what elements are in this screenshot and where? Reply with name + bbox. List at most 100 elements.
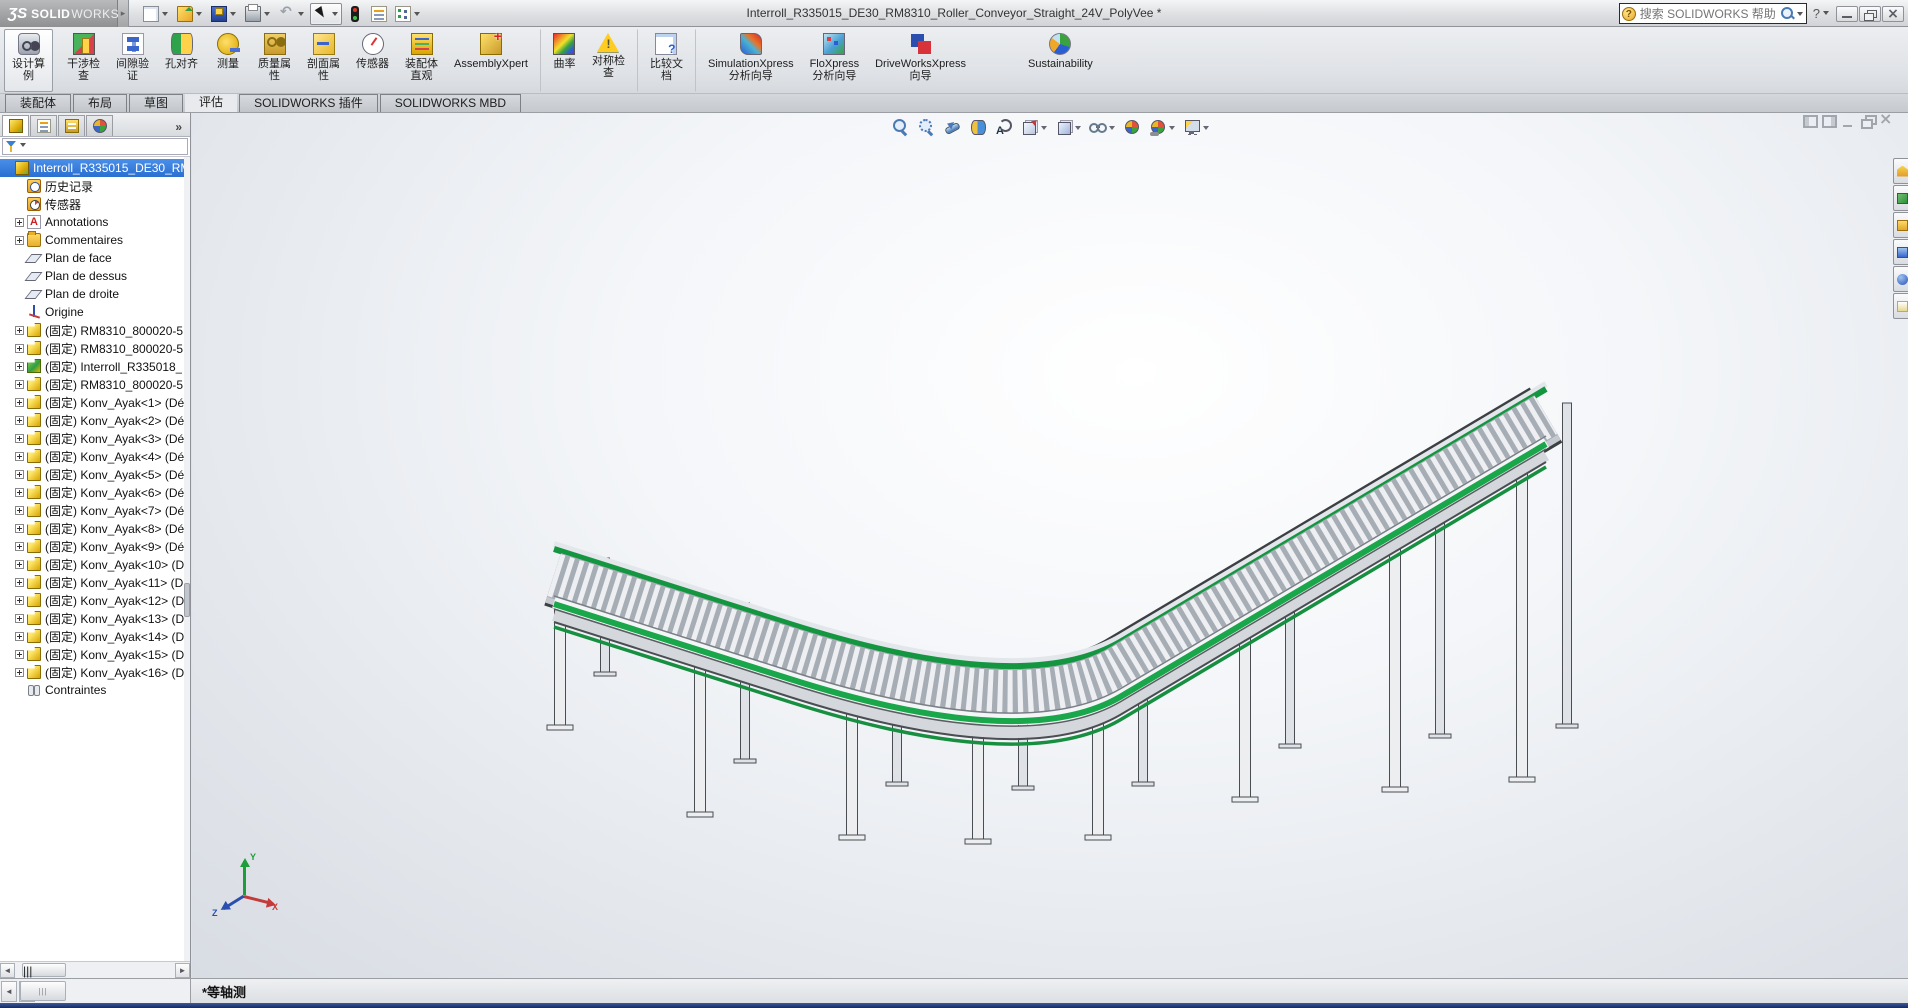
expander-icon[interactable] — [15, 361, 24, 371]
ribbon-button[interactable]: 剖面属 性 — [299, 29, 348, 92]
ribbon-button[interactable]: 孔对齐 — [157, 29, 206, 92]
expander-icon[interactable] — [15, 343, 24, 353]
chevron-down-icon[interactable] — [230, 11, 236, 19]
ribbon-button[interactable]: 设计算 例 — [4, 29, 53, 92]
tree-item[interactable]: (固定) Konv_Ayak<11> (D — [0, 573, 190, 591]
tree-item[interactable]: Commentaires — [0, 231, 190, 249]
tree-item[interactable]: (固定) Konv_Ayak<3> (Dé — [0, 429, 190, 447]
tree-item[interactable]: Interroll_R335015_DE30_RM8 — [0, 159, 190, 177]
expander-icon[interactable] — [15, 397, 24, 407]
scrollbar-thumb[interactable]: ||| — [20, 981, 66, 1001]
chevron-down-icon[interactable] — [414, 11, 420, 19]
expander-icon[interactable] — [15, 217, 24, 227]
scrollbar-thumb[interactable] — [184, 583, 190, 617]
tree-item[interactable]: (固定) Konv_Ayak<5> (Dé — [0, 465, 190, 483]
tree-item[interactable]: Plan de droite — [0, 285, 190, 303]
scroll-left-arrow[interactable]: ◄ — [0, 962, 15, 978]
ribbon-button[interactable]: 比较文 档 — [636, 29, 691, 92]
quick-toolbar-button[interactable] — [344, 3, 366, 25]
expander-icon[interactable] — [15, 613, 24, 623]
panel-overflow-chevron[interactable]: » — [169, 120, 188, 136]
scroll-left-arrow[interactable]: ◄ — [1, 981, 17, 1002]
ribbon-button[interactable]: 干涉检 查 — [59, 29, 108, 92]
scroll-right-arrow[interactable]: ► — [175, 962, 190, 978]
tree-item[interactable]: (固定) Konv_Ayak<15> (D — [0, 645, 190, 663]
task-pane-tab[interactable] — [1893, 266, 1908, 292]
ribbon-button[interactable]: 质量属 性 — [250, 29, 299, 92]
search-box[interactable]: ? — [1618, 3, 1807, 24]
ribbon-button[interactable]: AssemblyXpert — [446, 29, 536, 92]
chevron-down-icon[interactable] — [298, 11, 304, 19]
panel-tab[interactable] — [2, 115, 29, 136]
tree-item[interactable]: (固定) RM8310_800020-5 — [0, 339, 190, 357]
expander-icon[interactable] — [15, 325, 24, 335]
task-pane-tab[interactable] — [1893, 158, 1908, 184]
quick-toolbar-button[interactable] — [392, 3, 424, 25]
chevron-down-icon[interactable] — [196, 11, 202, 19]
expander-icon[interactable] — [15, 487, 24, 497]
task-pane-tab[interactable] — [1893, 239, 1908, 265]
expander-icon[interactable] — [15, 631, 24, 641]
command-tab[interactable]: SOLIDWORKS MBD — [379, 94, 522, 112]
quick-toolbar-button[interactable] — [276, 3, 308, 25]
tree-item[interactable]: (固定) Konv_Ayak<13> (D — [0, 609, 190, 627]
tree-item[interactable]: (固定) Konv_Ayak<14> (D — [0, 627, 190, 645]
command-tab[interactable]: 装配体 — [5, 94, 72, 112]
command-tab[interactable]: SOLIDWORKS 插件 — [239, 94, 378, 112]
tree-item[interactable]: (固定) Konv_Ayak<7> (Dé — [0, 501, 190, 519]
panel-bottom-scrollbar[interactable]: ◄ ||| ► — [0, 979, 191, 1004]
expander-icon[interactable] — [15, 559, 24, 569]
chevron-down-icon[interactable] — [1796, 12, 1803, 19]
tree-item[interactable]: (固定) RM8310_800020-5 — [0, 321, 190, 339]
expander-icon[interactable] — [15, 595, 24, 605]
task-pane-tab[interactable] — [1893, 185, 1908, 211]
command-tab[interactable]: 评估 — [185, 94, 238, 112]
tree-item[interactable]: (固定) Konv_Ayak<1> (Dé — [0, 393, 190, 411]
expander-icon[interactable] — [15, 235, 24, 245]
tree-item[interactable]: (固定) RM8310_800020-5 — [0, 375, 190, 393]
tree-item[interactable]: Origine — [0, 303, 190, 321]
chevron-down-icon[interactable] — [20, 143, 26, 150]
quick-toolbar-button[interactable] — [140, 3, 172, 25]
panel-tab[interactable] — [58, 115, 85, 136]
tree-vertical-scrollbar[interactable] — [184, 157, 190, 961]
help-button[interactable]: ? — [1811, 6, 1831, 21]
expander-icon[interactable] — [15, 667, 24, 677]
tree-item[interactable]: (固定) Konv_Ayak<12> (D — [0, 591, 190, 609]
expander-icon[interactable] — [15, 541, 24, 551]
tree-item[interactable]: (固定) Interroll_R335018_ — [0, 357, 190, 375]
tree-filter-box[interactable] — [2, 138, 188, 155]
window-control-button[interactable] — [1859, 5, 1881, 22]
tree-item[interactable]: Plan de face — [0, 249, 190, 267]
expander-icon[interactable] — [15, 415, 24, 425]
quick-toolbar-button[interactable] — [368, 3, 390, 25]
tree-item[interactable]: (固定) Konv_Ayak<6> (Dé — [0, 483, 190, 501]
chevron-down-icon[interactable] — [264, 11, 270, 19]
ribbon-button[interactable]: DriveWorksXpress 向导 — [867, 29, 974, 92]
command-tab[interactable]: 布局 — [73, 94, 128, 112]
ribbon-button[interactable]: Sustainability — [1020, 29, 1101, 92]
tree-horizontal-scrollbar[interactable]: ◄ ||| ► — [0, 961, 190, 978]
tree-item[interactable]: (固定) Konv_Ayak<16> (D — [0, 663, 190, 681]
menu-expand-chevron-icon[interactable]: ▸ — [118, 0, 129, 27]
tree-item[interactable]: (固定) Konv_Ayak<2> (Dé — [0, 411, 190, 429]
expander-icon[interactable] — [15, 649, 24, 659]
expander-icon[interactable] — [15, 469, 24, 479]
search-input[interactable] — [1635, 6, 1779, 21]
scrollbar-thumb[interactable]: ||| — [22, 963, 66, 978]
panel-tab[interactable] — [86, 115, 113, 136]
expander-icon[interactable] — [15, 505, 24, 515]
tree-item[interactable]: 传感器 — [0, 195, 190, 213]
ribbon-button[interactable]: 曲率 — [539, 29, 584, 92]
ribbon-button[interactable]: 传感器 — [348, 29, 397, 92]
expander-icon[interactable] — [15, 451, 24, 461]
expander-icon[interactable] — [15, 577, 24, 587]
tree-item[interactable]: (固定) Konv_Ayak<8> (Dé — [0, 519, 190, 537]
graphics-viewport[interactable]: Y X Z — [192, 113, 1908, 978]
expander-icon[interactable] — [15, 433, 24, 443]
tree-item[interactable]: (固定) Konv_Ayak<4> (Dé — [0, 447, 190, 465]
window-control-button[interactable] — [1882, 5, 1904, 23]
chevron-down-icon[interactable] — [332, 11, 338, 19]
ribbon-button[interactable]: FloXpress 分析向导 — [802, 29, 868, 92]
quick-toolbar-button[interactable] — [208, 3, 240, 25]
